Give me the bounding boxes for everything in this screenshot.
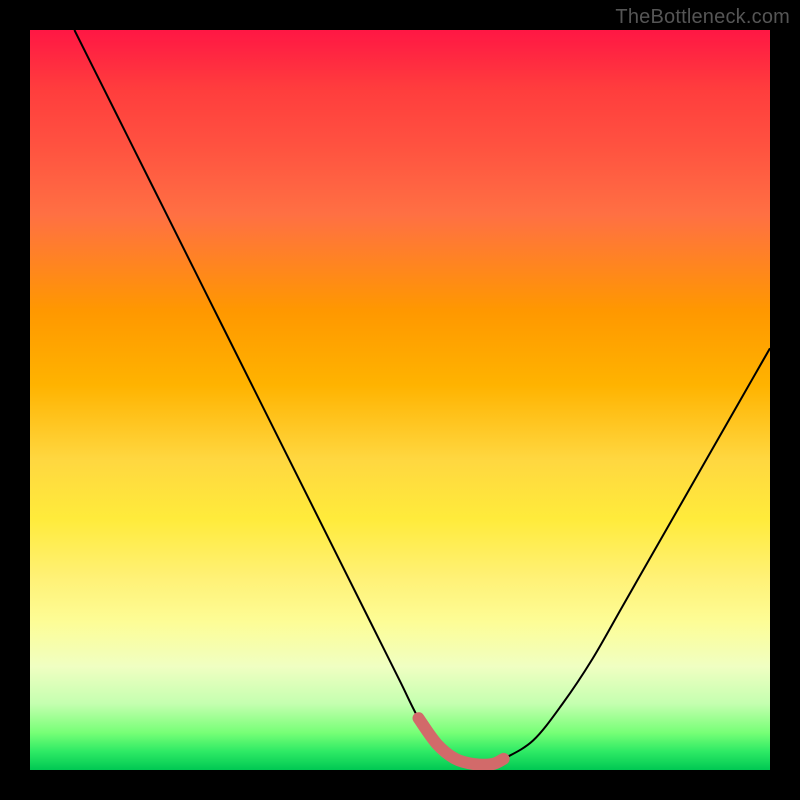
- optimal-zone-marker: [419, 718, 504, 765]
- chart-container: TheBottleneck.com: [0, 0, 800, 800]
- bottleneck-curve: [74, 30, 770, 765]
- plot-area: [30, 30, 770, 770]
- watermark-text: TheBottleneck.com: [615, 6, 790, 29]
- curve-svg: [30, 30, 770, 770]
